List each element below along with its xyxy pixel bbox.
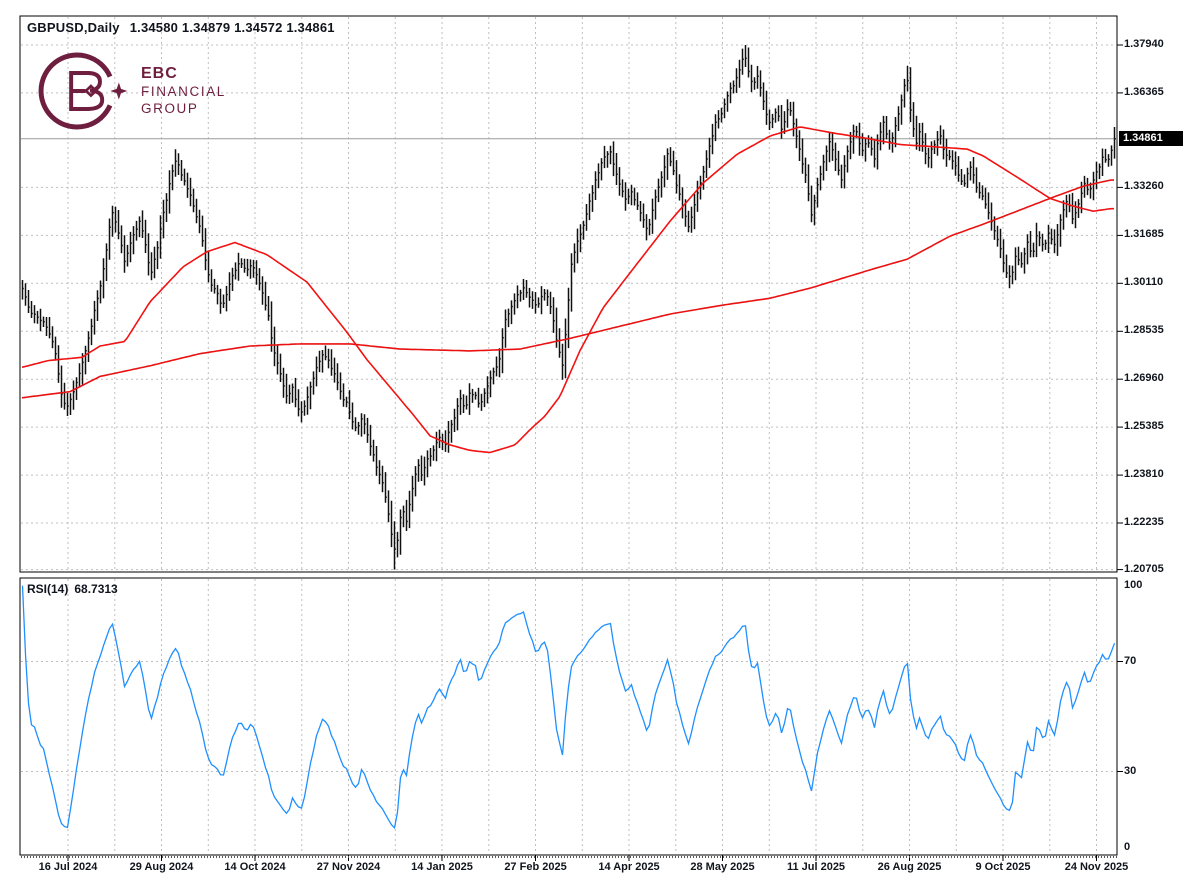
date-axis-label: 11 Jul 2025 — [787, 861, 845, 873]
rsi-axis-label: 30 — [1124, 765, 1136, 777]
date-axis-label: 26 Aug 2025 — [878, 861, 942, 873]
date-axis-label: 16 Jul 2024 — [39, 861, 98, 873]
indicator-label: RSI(14) 68.7313 — [27, 582, 118, 596]
rsi-axis-label: 70 — [1124, 655, 1136, 667]
price-axis-label: 1.37940 — [1124, 38, 1164, 50]
time-axis-minor-ticks — [21, 856, 1117, 858]
date-axis-label: 14 Apr 2025 — [598, 861, 659, 873]
date-axis-label: 28 May 2025 — [690, 861, 754, 873]
logo-sparkle-icon — [110, 82, 127, 99]
date-axis-label: 27 Nov 2024 — [317, 861, 381, 873]
brand-word-group: GROUP — [141, 101, 226, 118]
price-axis-label: 1.25385 — [1124, 420, 1164, 432]
indicator-value: 68.7313 — [74, 582, 117, 596]
date-axis-label: 27 Feb 2025 — [504, 861, 566, 873]
brand-logo: EBC FINANCIAL GROUP — [34, 46, 226, 136]
ohlc-quote: 1.34580 1.34879 1.34572 1.34861 — [130, 20, 335, 35]
chart-window: GBPUSD,Daily 1.34580 1.34879 1.34572 1.34… — [0, 0, 1200, 896]
brand-word-financial: FINANCIAL — [141, 84, 226, 101]
date-axis-label: 24 Nov 2025 — [1065, 861, 1129, 873]
date-axis-label: 29 Aug 2024 — [130, 861, 194, 873]
brand-name: EBC — [141, 64, 226, 84]
price-axis-label: 1.23810 — [1124, 468, 1164, 480]
rsi-axis-label: 100 — [1124, 579, 1142, 591]
price-axis-label: 1.30110 — [1124, 276, 1163, 288]
indicator-name: RSI(14) — [27, 582, 68, 596]
brand-logo-mark-icon — [34, 46, 129, 136]
price-axis-label: 1.28535 — [1124, 324, 1164, 336]
date-axis-label: 14 Oct 2024 — [224, 861, 285, 873]
price-axis-label: 1.36365 — [1124, 86, 1164, 98]
current-price-tag: 1.34861 — [1119, 131, 1183, 146]
rsi-panel[interactable] — [20, 578, 1117, 855]
symbol-period-label: GBPUSD,Daily — [27, 20, 120, 35]
price-axis-label: 1.20705 — [1124, 563, 1164, 575]
price-axis-label: 1.22235 — [1124, 516, 1164, 528]
chart-header: GBPUSD,Daily 1.34580 1.34879 1.34572 1.34… — [27, 20, 335, 35]
price-axis-label: 1.33260 — [1124, 180, 1164, 192]
date-axis-label: 14 Jan 2025 — [411, 861, 473, 873]
price-axis-label: 1.26960 — [1124, 372, 1164, 384]
date-axis-label: 9 Oct 2025 — [975, 861, 1030, 873]
rsi-axis-label: 0 — [1124, 841, 1130, 853]
price-axis-label: 1.31685 — [1124, 228, 1164, 240]
